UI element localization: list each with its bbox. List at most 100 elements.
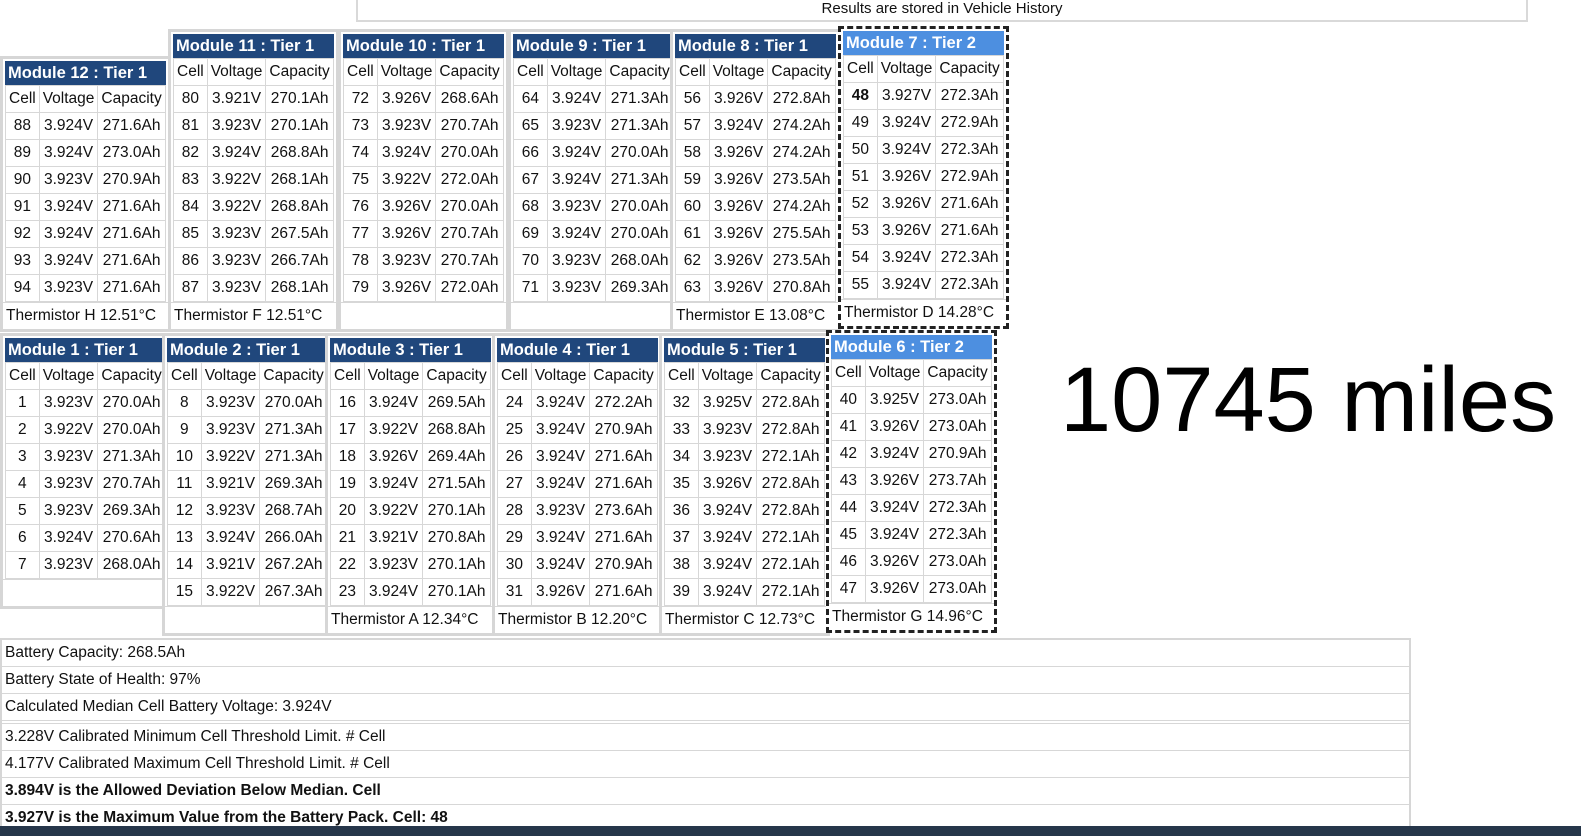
table-row: 77 3.926V 270.7Ah (343, 220, 504, 248)
cell-voltage: 3.924V (38, 247, 99, 275)
header-row: Cell Voltage Capacity (513, 58, 674, 86)
cell-voltage: 3.923V (530, 497, 591, 525)
cell-number: 31 (497, 578, 532, 606)
cell-capacity: 270.1Ah (422, 578, 491, 606)
cell-voltage: 3.923V (546, 274, 607, 302)
cell-number: 57 (675, 112, 710, 140)
cell-voltage: 3.922V (376, 166, 437, 194)
cell-capacity: 271.6Ah (97, 220, 166, 248)
cell-voltage: 3.926V (864, 413, 925, 441)
cell-number: 36 (664, 497, 699, 525)
cell-capacity: 273.5Ah (767, 247, 836, 275)
table-row: 48 3.927V 272.3Ah (843, 82, 1004, 110)
module-2-panel: Module 2 : Tier 1 Cell Voltage Capacity 8 3.9… (162, 333, 333, 636)
table-row: 41 3.926V 273.0Ah (831, 413, 992, 441)
table-row: 32 3.925V 272.8Ah (664, 389, 825, 417)
cell-voltage: 3.924V (530, 470, 591, 498)
table-row: 83 3.922V 268.1Ah (173, 166, 334, 194)
table-row: 45 3.924V 272.3Ah (831, 521, 992, 549)
cell-number: 89 (5, 139, 40, 167)
column-header-cell: Cell (330, 362, 365, 390)
module-7-panel: Module 7 : Tier 2 Cell Voltage Capacity 48 3.… (838, 26, 1009, 329)
module-1-panel: Module 1 : Tier 1 Cell Voltage Capacity 1 3.9… (0, 333, 171, 609)
cell-capacity: 270.7Ah (435, 247, 504, 275)
cell-capacity: 266.7Ah (265, 247, 334, 275)
cell-number: 85 (173, 220, 208, 248)
table-row: 71 3.923V 269.3Ah (513, 274, 674, 302)
table-row: 79 3.926V 272.0Ah (343, 274, 504, 302)
cell-number: 44 (831, 494, 866, 522)
cell-number: 73 (343, 112, 378, 140)
table-row: 73 3.923V 270.7Ah (343, 112, 504, 140)
cell-voltage: 3.924V (530, 443, 591, 471)
cell-capacity: 270.8Ah (767, 274, 836, 302)
cell-voltage: 3.926V (708, 139, 769, 167)
table-row: 67 3.924V 271.3Ah (513, 166, 674, 194)
table-row: 37 3.924V 272.1Ah (664, 524, 825, 552)
cell-capacity: 268.8Ah (422, 416, 491, 444)
table-row: 40 3.925V 273.0Ah (831, 386, 992, 414)
results-banner: Results are stored in Vehicle History (356, 0, 1528, 22)
cell-voltage: 3.926V (708, 247, 769, 275)
cell-number: 70 (513, 247, 548, 275)
cell-voltage: 3.924V (206, 139, 267, 167)
cell-number: 7 (5, 551, 40, 579)
cell-voltage: 3.924V (530, 524, 591, 552)
cell-capacity: 270.0Ah (435, 139, 504, 167)
module-title: Module 5 : Tier 1 (664, 338, 825, 362)
cell-number: 60 (675, 193, 710, 221)
cell-number: 68 (513, 193, 548, 221)
cell-capacity: 270.6Ah (97, 524, 166, 552)
column-header-capacity: Capacity (265, 58, 334, 86)
battery-capacity-line: Battery Capacity: 268.5Ah (2, 640, 1409, 667)
cell-number: 23 (330, 578, 365, 606)
cell-number: 90 (5, 166, 40, 194)
cell-number: 53 (843, 217, 878, 245)
table-row: 62 3.926V 273.5Ah (675, 247, 836, 275)
table-row: 86 3.923V 266.7Ah (173, 247, 334, 275)
table-row: 42 3.924V 270.9Ah (831, 440, 992, 468)
cell-capacity: 268.6Ah (435, 85, 504, 113)
cell-voltage: 3.926V (376, 274, 437, 302)
cell-number: 78 (343, 247, 378, 275)
cell-capacity: 272.9Ah (935, 163, 1004, 191)
cell-number: 3 (5, 443, 40, 471)
cell-voltage: 3.923V (546, 193, 607, 221)
cell-number: 65 (513, 112, 548, 140)
cell-capacity: 272.3Ah (923, 494, 992, 522)
column-header-voltage: Voltage (708, 58, 769, 86)
cell-voltage: 3.923V (376, 247, 437, 275)
cell-capacity: 268.0Ah (97, 551, 166, 579)
cell-capacity: 270.7Ah (435, 220, 504, 248)
cell-number: 30 (497, 551, 532, 579)
table-row: 81 3.923V 270.1Ah (173, 112, 334, 140)
cell-voltage: 3.923V (546, 112, 607, 140)
cell-voltage: 3.923V (38, 443, 99, 471)
table-row: 89 3.924V 273.0Ah (5, 139, 166, 167)
cell-number: 92 (5, 220, 40, 248)
cell-capacity: 271.6Ah (589, 470, 658, 498)
cell-capacity: 272.0Ah (435, 274, 504, 302)
cell-number: 83 (173, 166, 208, 194)
cell-voltage: 3.924V (200, 524, 261, 552)
cell-voltage: 3.923V (206, 220, 267, 248)
cell-number: 47 (831, 575, 866, 603)
cell-capacity: 273.7Ah (923, 467, 992, 495)
module-title: Module 11 : Tier 1 (173, 34, 334, 58)
cell-capacity: 267.3Ah (259, 578, 328, 606)
cell-capacity: 272.3Ah (935, 82, 1004, 110)
cell-table: Cell Voltage Capacity 8 3.923V 270.0Ah 9 3.923V… (167, 362, 328, 606)
cell-capacity: 270.0Ah (97, 416, 166, 444)
column-header-voltage: Voltage (38, 362, 99, 390)
cell-capacity: 269.4Ah (422, 443, 491, 471)
cell-capacity: 273.0Ah (923, 386, 992, 414)
cell-number: 27 (497, 470, 532, 498)
cell-voltage: 3.924V (876, 109, 937, 137)
cell-capacity: 273.0Ah (923, 575, 992, 603)
header-row: Cell Voltage Capacity (330, 362, 491, 390)
cell-voltage: 3.926V (697, 470, 758, 498)
column-header-capacity: Capacity (589, 362, 658, 390)
cell-number: 48 (843, 82, 878, 110)
module-6-panel: Module 6 : Tier 2 Cell Voltage Capacity 40 3.… (826, 330, 997, 633)
table-row: 26 3.924V 271.6Ah (497, 443, 658, 471)
